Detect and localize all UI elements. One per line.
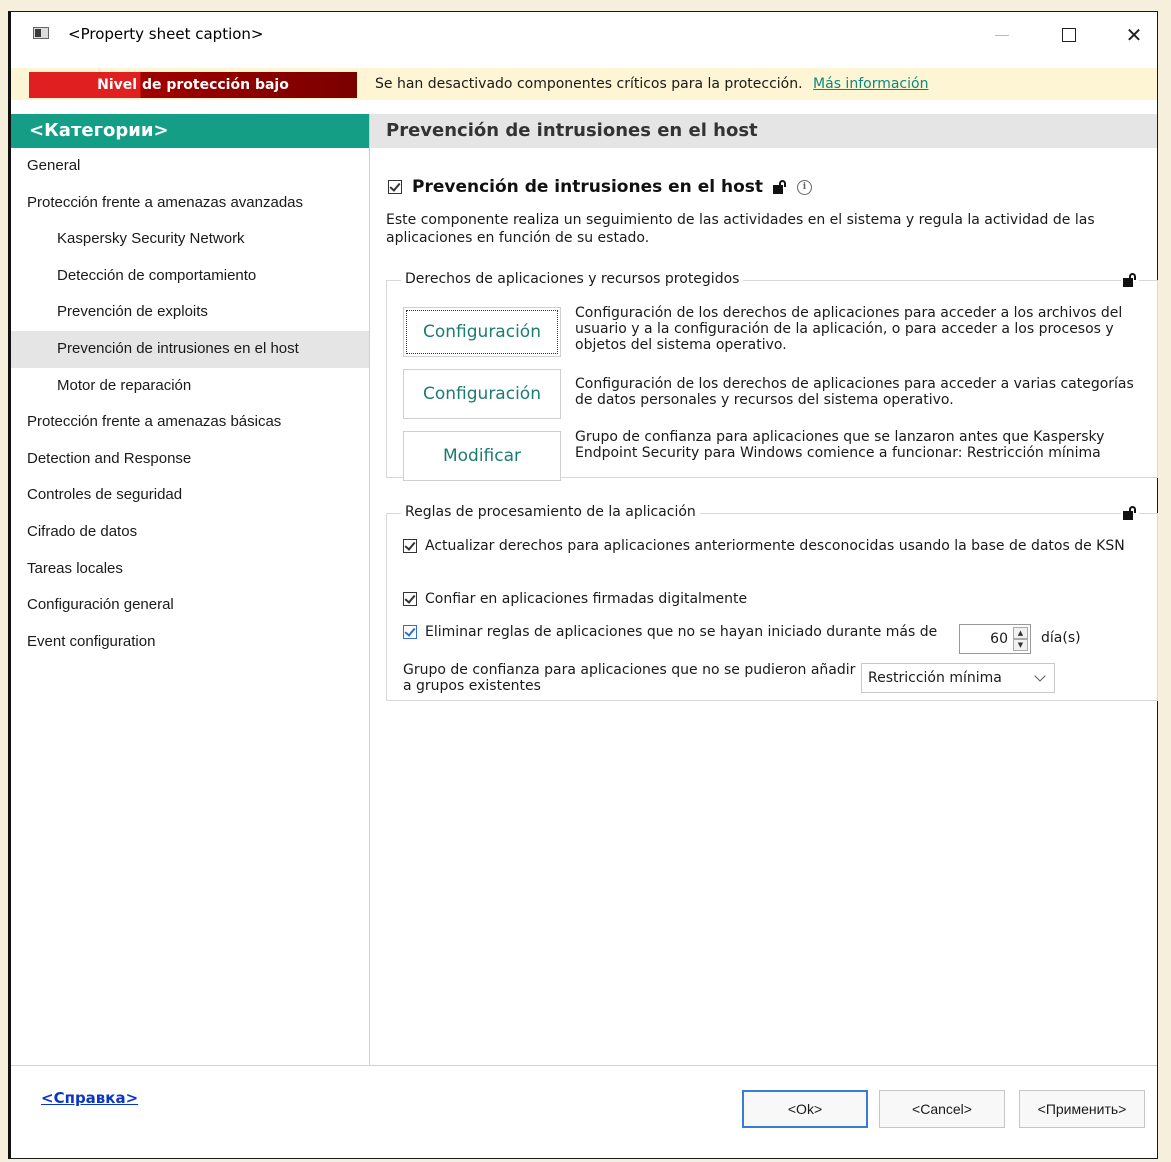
stepper-up-icon[interactable]: ▲ [1013, 627, 1028, 639]
footer: <Справка> <Ok> <Cancel> <Применить> [11, 1065, 1157, 1158]
delete-rules-checkbox[interactable] [403, 625, 417, 639]
cancel-button[interactable]: <Cancel> [879, 1090, 1005, 1128]
sidebar-item[interactable]: Tareas locales [11, 551, 369, 588]
maximize-icon [1062, 28, 1076, 42]
main-panel: Prevención de intrusiones en el host Pre… [370, 114, 1158, 1066]
trust-group-modify-button[interactable]: Modificar [403, 431, 561, 481]
sidebar-item[interactable]: Prevención de intrusiones en el host [11, 330, 369, 368]
component-title: Prevención de intrusiones en el host [412, 177, 763, 197]
category-sidebar: <Категории> General Protección frente a a… [11, 114, 370, 1066]
apply-button[interactable]: <Применить> [1019, 1090, 1145, 1128]
protection-banner: Nivel de protección bajo Se han desactiv… [11, 68, 1157, 100]
delete-rules-label: Eliminar reglas de aplicaciones que no s… [425, 624, 938, 640]
trust-group-value: Restricción mínima [868, 670, 1002, 686]
sidebar-item[interactable]: Event configuration [11, 624, 369, 661]
info-icon[interactable]: i [797, 179, 812, 195]
rights-group: Derechos de aplicaciones y recursos prot… [386, 271, 1158, 481]
sidebar-item[interactable]: Protección frente a amenazas básicas [11, 404, 369, 441]
ok-button[interactable]: <Ok> [742, 1090, 868, 1128]
component-toggle[interactable]: Prevención de intrusiones en el host i [388, 177, 812, 197]
chevron-down-icon [1034, 670, 1046, 682]
sidebar-item[interactable]: Cifrado de datos [11, 514, 369, 551]
page-title: Prevención de intrusiones en el host [370, 114, 1157, 148]
sidebar-item[interactable]: General [11, 148, 369, 185]
sidebar-item[interactable]: Configuración general [11, 587, 369, 624]
update-rights-label: Actualizar derechos para aplicaciones an… [425, 538, 1125, 554]
window-app-icon [33, 27, 49, 39]
delete-rules-option[interactable]: Eliminar reglas de aplicaciones que no s… [403, 624, 943, 640]
check-icon [389, 180, 401, 192]
trust-group-label: Grupo de confianza para aplicaciones que… [403, 662, 856, 694]
sidebar-item[interactable]: Detection and Response [11, 441, 369, 478]
help-link[interactable]: <Справка> [41, 1089, 138, 1107]
trust-group-desc: Grupo de confianza para aplicaciones que… [575, 429, 1105, 461]
update-rights-checkbox[interactable] [403, 539, 417, 553]
sidebar-header: <Категории> [11, 114, 369, 148]
sidebar-item[interactable]: Prevención de exploits [11, 294, 369, 331]
check-icon [404, 539, 416, 551]
stepper-down-icon[interactable]: ▼ [1013, 639, 1028, 651]
sidebar-item[interactable]: Kaspersky Security Network [11, 221, 369, 258]
unlocked-padlock-icon [1123, 506, 1137, 520]
sidebar-item[interactable]: Controles de seguridad [11, 477, 369, 514]
days-stepper[interactable]: 60 ▲ ▼ [959, 624, 1031, 654]
days-unit: día(s) [1041, 630, 1081, 646]
title-bar: <Property sheet caption> ✕ [11, 12, 1157, 58]
protection-level-badge: Nivel de protección bajo [29, 72, 357, 98]
minimize-button[interactable] [979, 12, 1025, 58]
window-title: <Property sheet caption> [68, 25, 264, 43]
check-icon [404, 592, 416, 604]
banner-message: Se han desactivado componentes críticos … [375, 76, 928, 92]
trust-signed-label: Confiar en aplicaciones firmadas digital… [425, 591, 748, 607]
component-enabled-checkbox[interactable] [388, 180, 402, 194]
more-info-link[interactable]: Más información [813, 76, 928, 92]
rules-group: Reglas de procesamiento de la aplicación… [386, 504, 1158, 701]
personal-data-config-button[interactable]: Configuración [403, 369, 561, 419]
update-rights-option[interactable]: Actualizar derechos para aplicaciones an… [403, 538, 1153, 554]
check-icon [404, 625, 416, 637]
trust-group-select[interactable]: Restricción mínima [861, 663, 1055, 693]
rights-group-title: Derechos de aplicaciones y recursos prot… [401, 271, 744, 287]
personal-data-desc: Configuración de los derechos de aplicac… [575, 376, 1134, 408]
rules-group-lock[interactable] [1121, 506, 1139, 524]
trust-signed-option[interactable]: Confiar en aplicaciones firmadas digital… [403, 591, 747, 607]
rights-group-lock[interactable] [1121, 273, 1139, 291]
file-rights-config-button[interactable]: Configuración [403, 307, 561, 357]
property-sheet-window: <Property sheet caption> ✕ Nivel de prot… [8, 11, 1158, 1159]
unlocked-padlock-icon [1123, 273, 1137, 287]
days-value: 60 [990, 631, 1008, 647]
minimize-icon [995, 34, 1009, 36]
category-list: General Protección frente a amenazas avan… [11, 148, 369, 660]
maximize-button[interactable] [1046, 12, 1092, 58]
trust-signed-checkbox[interactable] [403, 592, 417, 606]
sidebar-item[interactable]: Motor de reparación [11, 368, 369, 405]
sidebar-item[interactable]: Detección de comportamiento [11, 258, 369, 295]
close-button[interactable]: ✕ [1111, 12, 1157, 58]
component-description: Este componente realiza un seguimiento d… [386, 212, 1095, 246]
file-rights-desc: Configuración de los derechos de aplicac… [575, 305, 1123, 353]
banner-text: Se han desactivado componentes críticos … [375, 76, 803, 92]
close-icon: ✕ [1125, 23, 1143, 47]
sidebar-item[interactable]: Protección frente a amenazas avanzadas [11, 185, 369, 222]
unlocked-padlock-icon[interactable] [773, 180, 787, 194]
rules-group-title: Reglas de procesamiento de la aplicación [401, 504, 700, 520]
